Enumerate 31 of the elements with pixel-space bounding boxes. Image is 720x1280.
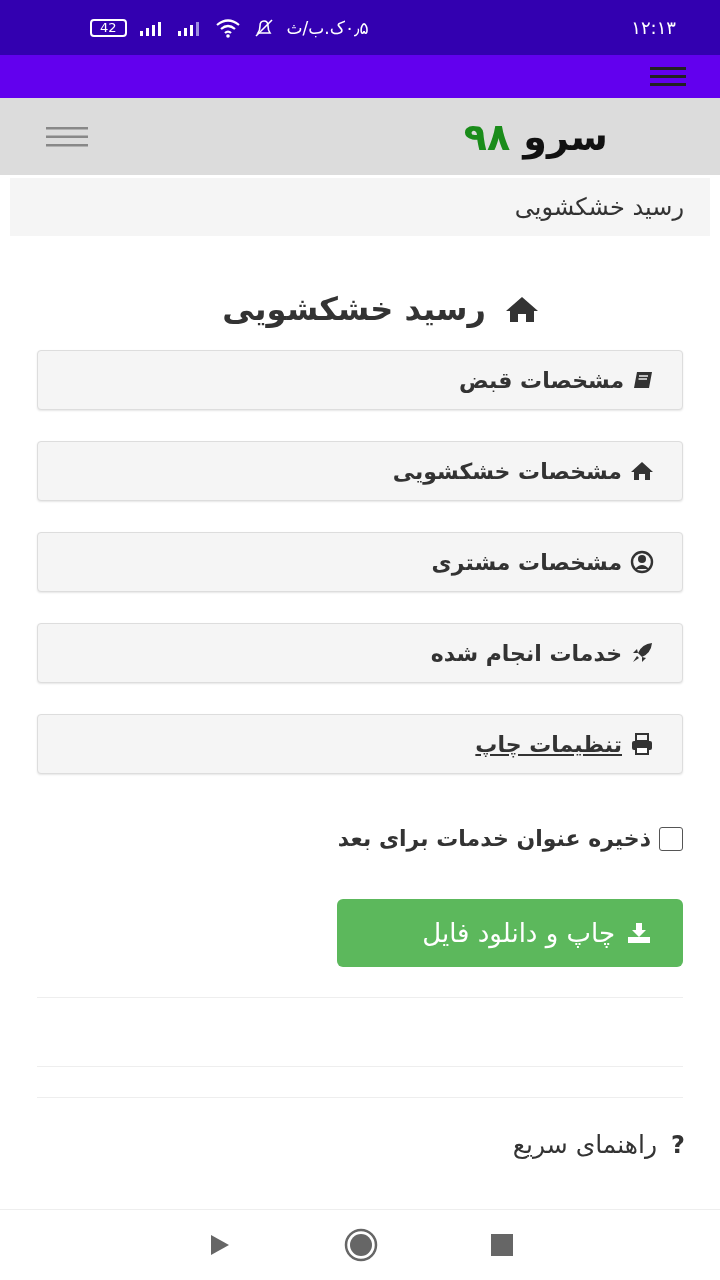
battery-indicator: 42 <box>90 18 127 37</box>
home-button-icon[interactable] <box>344 1228 378 1262</box>
clock: ۱۲:۱۳ <box>631 17 676 38</box>
menu-icon[interactable] <box>46 125 88 148</box>
section-title: تنظیمات چاپ <box>475 731 622 757</box>
section-header[interactable]: مشخصات قبض <box>37 350 683 410</box>
checkbox-label: ذخیره عنوان خدمات برای بعد <box>337 826 651 851</box>
help-title: راهنمای سریع <box>512 1130 658 1159</box>
page-title: رسید خشکشویی <box>222 290 486 328</box>
section-title: خدمات انجام شده <box>430 640 622 666</box>
wifi-icon <box>214 17 241 38</box>
section-title: مشخصات خشکشویی <box>392 458 622 484</box>
rocket-icon <box>630 641 654 665</box>
printer-icon <box>630 733 654 755</box>
user-icon <box>630 550 654 574</box>
book-icon <box>632 370 654 390</box>
section-header[interactable]: خدمات انجام شده <box>37 623 683 683</box>
network-speed: ۰٫۵ک.ب/ث <box>286 17 369 38</box>
checkbox[interactable] <box>659 826 683 851</box>
home-icon <box>504 295 540 323</box>
section-header[interactable]: مشخصات مشتری <box>37 532 683 592</box>
download-icon <box>627 922 651 944</box>
section-title: مشخصات مشتری <box>431 549 622 575</box>
breadcrumb: رسید خشکشویی <box>10 178 710 236</box>
home-icon <box>630 461 654 481</box>
section-header[interactable]: تنظیمات چاپ <box>37 714 683 774</box>
question-icon: ? <box>671 1130 685 1159</box>
section-title: مشخصات قبض <box>459 367 624 393</box>
site-logo[interactable]: سرو ۹۸ <box>463 114 608 159</box>
section-header[interactable]: مشخصات خشکشویی <box>37 441 683 501</box>
recent-apps-icon[interactable] <box>491 1234 514 1256</box>
